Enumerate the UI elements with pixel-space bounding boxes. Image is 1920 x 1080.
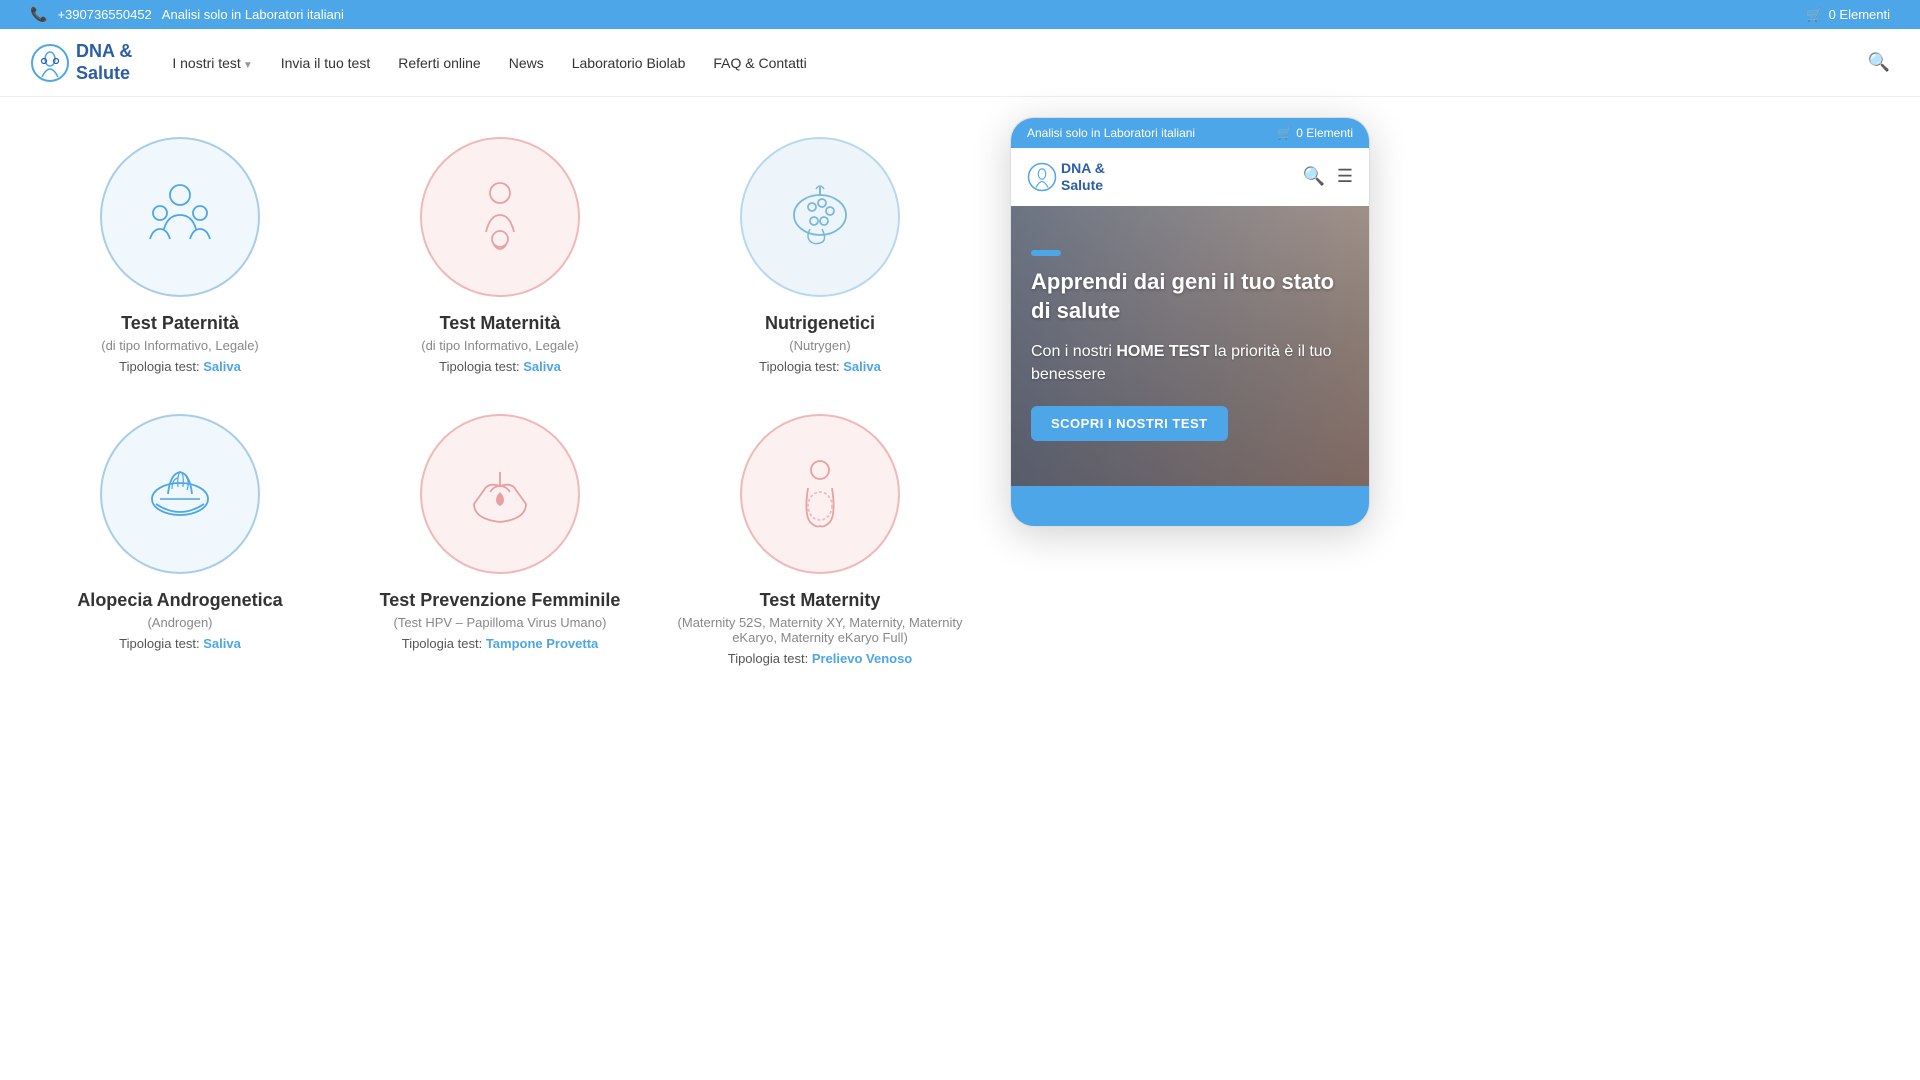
care-icon [460,454,540,534]
product-tipologia-maternita: Tipologia test: Saliva [439,359,561,374]
nav-faq[interactable]: FAQ & Contatti [713,55,806,71]
top-bar-left: 📞 +390736550452 Analisi solo in Laborato… [30,6,344,23]
product-title-paternita: Test Paternità [121,313,239,334]
nav-laboratorio[interactable]: Laboratorio Biolab [572,55,686,71]
product-icon-nutrigenetici [740,137,900,297]
phone-hero-title: Apprendi dai geni il tuo stato di salute [1031,268,1349,325]
top-bar-right: 🛒 0 Elementi [1806,7,1890,23]
product-title-nutrigenetici: Nutrigenetici [765,313,875,334]
logo-text: DNA & Salute [76,41,132,84]
product-icon-maternita [420,137,580,297]
product-tipologia-paternita: Tipologia test: Saliva [119,359,241,374]
product-tipologia-nutrigenetici: Tipologia test: Saliva [759,359,881,374]
product-subtitle-maternity: (Maternity 52S, Maternity XY, Maternity,… [670,615,970,645]
pregnancy-icon [780,454,860,534]
product-title-prevenzione: Test Prevenzione Femminile [380,590,621,611]
nav-referti-online[interactable]: Referti online [398,55,481,71]
cart-count-top[interactable]: 0 Elementi [1829,7,1890,22]
product-tipologia-prevenzione: Tipologia test: Tampone Provetta [402,636,599,651]
phone-number[interactable]: +390736550452 [57,7,151,22]
phone-logo-icon [1027,162,1057,192]
products-grid: Test Paternità (di tipo Informativo, Leg… [30,137,970,666]
phone-cart-area: 🛒 0 Elementi [1277,126,1353,140]
phone-cart-icon: 🛒 [1277,126,1292,140]
phone-menu-icon[interactable]: ☰ [1337,166,1353,187]
products-area: Test Paternità (di tipo Informativo, Leg… [0,97,1000,706]
phone-hero-content: Apprendi dai geni il tuo stato di salute… [1011,206,1369,486]
product-subtitle-prevenzione: (Test HPV – Papilloma Virus Umano) [394,615,607,630]
top-bar: 📞 +390736550452 Analisi solo in Laborato… [0,0,1920,29]
main-content: Test Paternità (di tipo Informativo, Leg… [0,97,1920,706]
product-card-paternita[interactable]: Test Paternità (di tipo Informativo, Leg… [30,137,330,374]
product-icon-paternita [100,137,260,297]
main-nav: I nostri test▼ Invia il tuo test Referti… [172,52,1890,73]
product-subtitle-paternita: (di tipo Informativo, Legale) [101,338,259,353]
phone-cart-count: 0 Elementi [1296,126,1353,140]
nav-i-nostri-test[interactable]: I nostri test▼ [172,55,252,71]
phone-header: DNA & Salute 🔍 ☰ [1011,148,1369,206]
phone-logo: DNA & Salute [1027,160,1105,194]
product-icon-prevenzione [420,414,580,574]
phone-footer [1011,486,1369,526]
mobile-preview: Analisi solo in Laboratori italiani 🛒 0 … [1000,97,1380,706]
product-icon-maternity [740,414,900,574]
product-icon-alopecia [100,414,260,574]
mother-child-icon [460,177,540,257]
phone-hero-subtitle: Con i nostri HOME TEST la priorità è il … [1031,341,1349,386]
family-icon [140,177,220,257]
phone-logo-text: DNA & Salute [1061,160,1105,194]
logo-icon [30,43,70,83]
phone-header-icons: 🔍 ☰ [1302,166,1353,187]
header: DNA & Salute I nostri test▼ Invia il tuo… [0,29,1920,97]
logo[interactable]: DNA & Salute [30,41,132,84]
nutrition-icon [780,177,860,257]
phone-topbar-text: Analisi solo in Laboratori italiani [1027,126,1195,140]
search-icon-nav[interactable]: 🔍 [1868,52,1890,73]
phone-frame: Analisi solo in Laboratori italiani 🛒 0 … [1010,117,1370,527]
hero-dot [1031,250,1061,256]
product-card-nutrigenetici[interactable]: Nutrigenetici (Nutrygen) Tipologia test:… [670,137,970,374]
product-card-prevenzione[interactable]: Test Prevenzione Femminile (Test HPV – P… [350,414,650,666]
phone-icon: 📞 [30,6,47,23]
phone-topbar: Analisi solo in Laboratori italiani 🛒 0 … [1011,118,1369,148]
topbar-text: Analisi solo in Laboratori italiani [162,7,344,22]
nav-invia-test[interactable]: Invia il tuo test [281,55,371,71]
product-card-alopecia[interactable]: Alopecia Androgenetica (Androgen) Tipolo… [30,414,330,666]
product-title-maternita: Test Maternità [440,313,561,334]
product-card-maternita[interactable]: Test Maternità (di tipo Informativo, Leg… [350,137,650,374]
product-tipologia-maternity: Tipologia test: Prelievo Venoso [728,651,913,666]
hair-icon [140,454,220,534]
nav-news[interactable]: News [509,55,544,71]
phone-search-icon[interactable]: 🔍 [1302,166,1324,187]
product-tipologia-alopecia: Tipologia test: Saliva [119,636,241,651]
phone-hero: Apprendi dai geni il tuo stato di salute… [1011,206,1369,486]
product-subtitle-maternita: (di tipo Informativo, Legale) [421,338,579,353]
phone-cta-button[interactable]: SCOPRI I NOSTRI TEST [1031,406,1228,441]
product-title-alopecia: Alopecia Androgenetica [77,590,282,611]
product-title-maternity: Test Maternity [760,590,881,611]
product-subtitle-alopecia: (Androgen) [147,615,212,630]
cart-icon-top: 🛒 [1806,7,1822,23]
product-subtitle-nutrigenetici: (Nutrygen) [789,338,850,353]
product-card-maternity[interactable]: Test Maternity (Maternity 52S, Maternity… [670,414,970,666]
